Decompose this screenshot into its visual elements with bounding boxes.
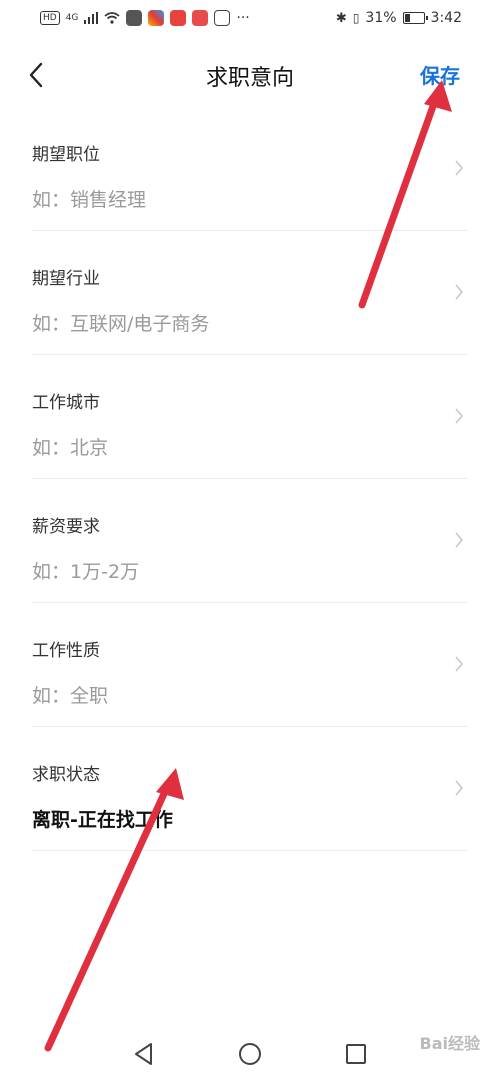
app-icon-heart xyxy=(192,10,209,26)
chevron-right-icon xyxy=(455,408,464,424)
clock: 3:42 xyxy=(430,10,462,26)
row-salary-requirement[interactable]: 薪资要求 如：1万-2万 xyxy=(32,479,468,603)
app-icon-red xyxy=(170,10,187,26)
row-expected-industry[interactable]: 期望行业 如：互联网/电子商务 xyxy=(32,231,468,355)
signal-text: 4G xyxy=(65,13,79,23)
save-button[interactable]: 保存 xyxy=(420,60,460,89)
wifi-icon xyxy=(104,12,120,24)
nav-home-icon[interactable] xyxy=(237,1041,263,1067)
battery-icon xyxy=(402,12,428,24)
row-job-type[interactable]: 工作性质 如：全职 xyxy=(32,603,468,727)
row-expected-position[interactable]: 期望职位 如：销售经理 xyxy=(32,107,468,231)
bluetooth-icon: ✱ xyxy=(335,10,347,26)
row-value: 离职-正在找工作 xyxy=(32,809,173,831)
header: 求职意向 保存 xyxy=(0,50,500,100)
row-value: 如：全职 xyxy=(32,685,109,707)
row-label: 期望行业 xyxy=(32,269,100,289)
row-label: 工作城市 xyxy=(32,393,100,413)
app-icon-hand xyxy=(214,10,231,26)
battery-percent: 31% xyxy=(365,10,397,26)
battery-fill xyxy=(404,14,410,22)
chevron-right-icon xyxy=(455,780,464,796)
row-value: 如：互联网/电子商务 xyxy=(32,313,210,335)
row-label: 工作性质 xyxy=(32,641,100,661)
watermark: Bai经验 xyxy=(419,1034,480,1053)
row-label: 薪资要求 xyxy=(32,517,100,537)
signal-icon xyxy=(84,12,99,24)
nav-back-icon[interactable] xyxy=(131,1041,157,1067)
row-value: 如：1万-2万 xyxy=(32,561,140,583)
chevron-right-icon xyxy=(455,532,464,548)
chevron-right-icon xyxy=(455,284,464,300)
row-label: 求职状态 xyxy=(32,765,100,785)
app-icon-multicolor xyxy=(148,10,165,26)
wechat-app-icon xyxy=(126,10,143,26)
row-value: 如：北京 xyxy=(32,437,109,459)
chevron-right-icon xyxy=(455,656,464,672)
chevron-right-icon xyxy=(455,160,464,176)
vibrate-icon: ▯ xyxy=(352,11,360,25)
job-intention-form: 期望职位 如：销售经理 期望行业 如：互联网/电子商务 工作城市 如：北京 薪资… xyxy=(32,107,468,851)
row-job-status[interactable]: 求职状态 离职-正在找工作 xyxy=(32,727,468,851)
status-bar: HD 4G ··· ✱ ▯ 31% 3:42 xyxy=(0,0,500,36)
hd-badge: HD xyxy=(40,11,60,25)
status-left: HD 4G ··· xyxy=(40,10,250,26)
row-value: 如：销售经理 xyxy=(32,189,147,211)
row-label: 期望职位 xyxy=(32,145,100,165)
row-work-city[interactable]: 工作城市 如：北京 xyxy=(32,355,468,479)
nav-recents-icon[interactable] xyxy=(343,1041,369,1067)
status-right: ✱ ▯ 31% 3:42 xyxy=(336,10,462,26)
more-notifications: ··· xyxy=(236,10,250,26)
